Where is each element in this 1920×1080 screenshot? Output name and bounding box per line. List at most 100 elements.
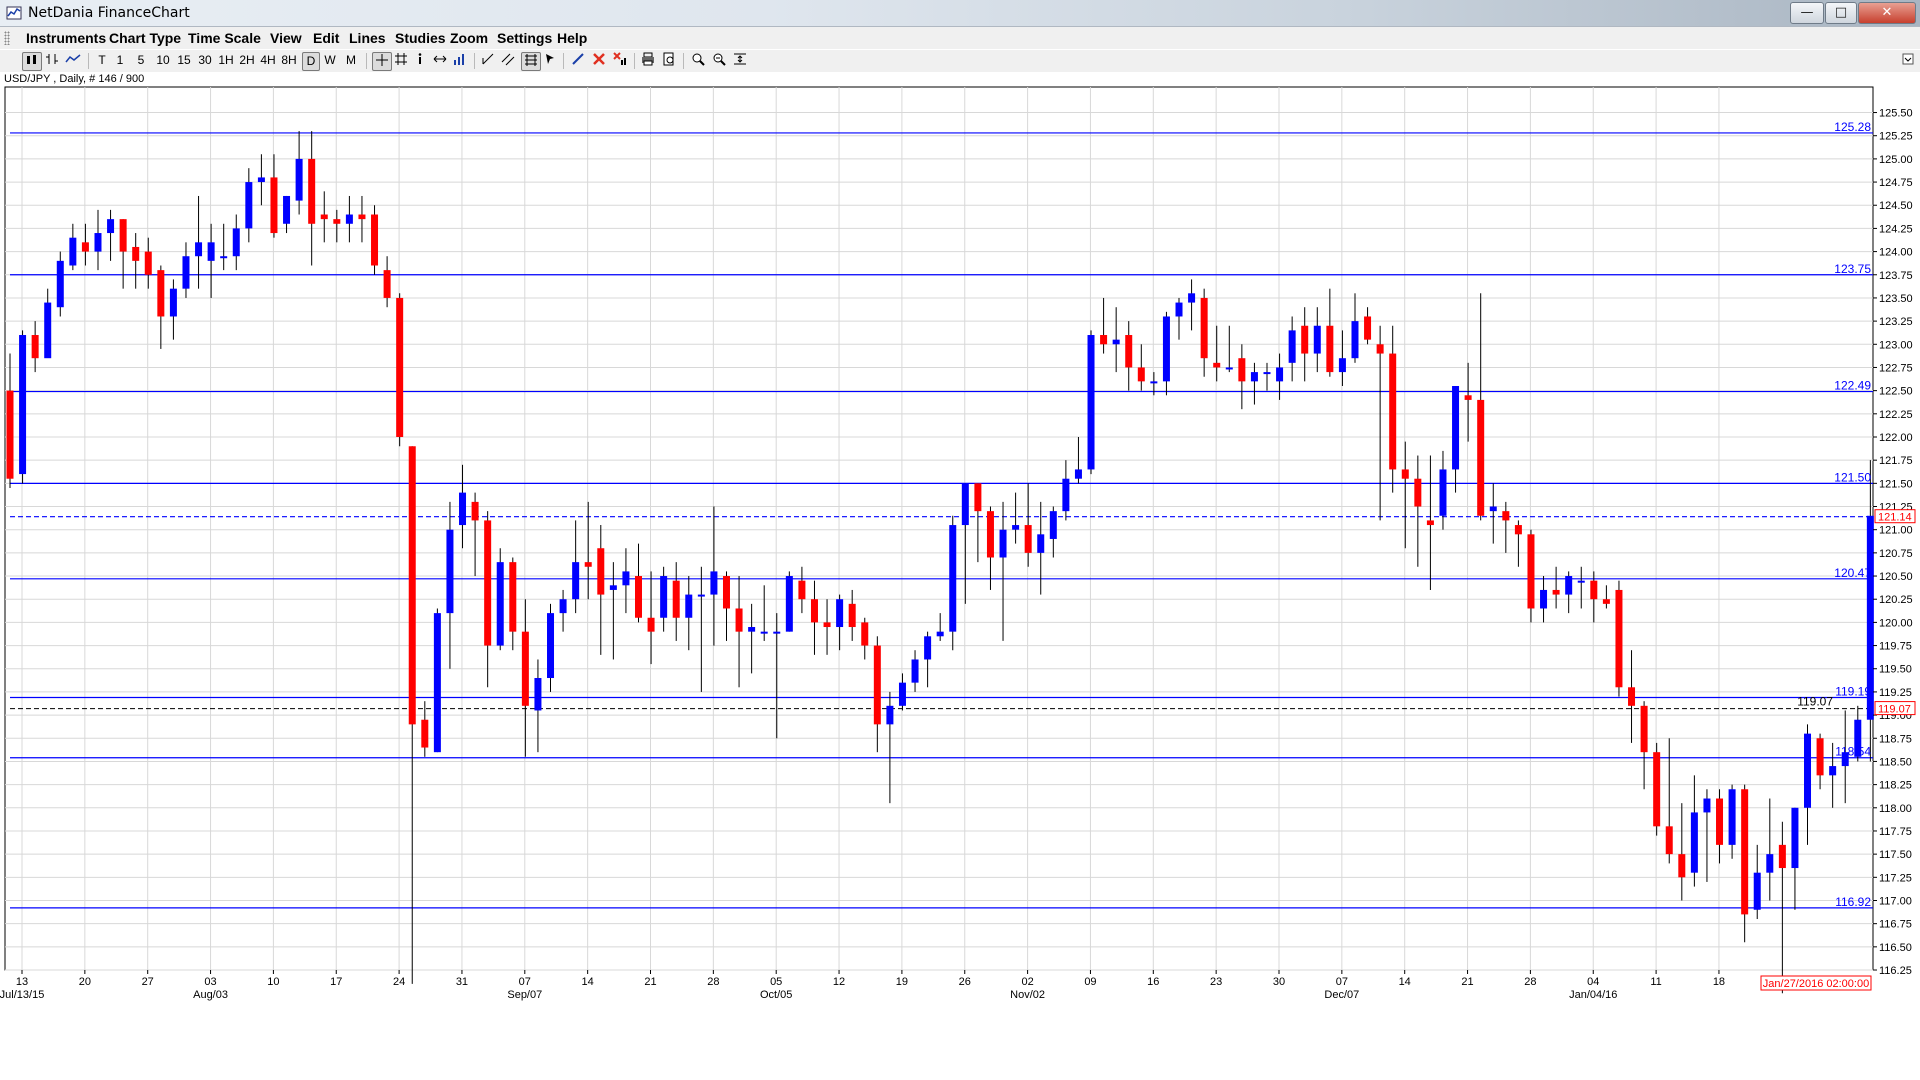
candle-body-up xyxy=(19,335,27,475)
timescale-8h[interactable]: 8H xyxy=(280,52,298,69)
menu-studies[interactable]: Studies xyxy=(395,30,446,46)
line-chart-icon[interactable] xyxy=(64,52,82,69)
candle-body-up xyxy=(1049,511,1057,539)
minimize-button[interactable]: — xyxy=(1790,2,1824,24)
menu-chart-type[interactable]: Chart Type xyxy=(109,30,181,46)
close-button[interactable]: ✕ xyxy=(1858,2,1916,24)
menu-help[interactable]: Help xyxy=(557,30,587,46)
candle-body-down xyxy=(509,562,517,632)
info-icon[interactable] xyxy=(414,52,426,69)
maximize-button[interactable]: □ xyxy=(1825,2,1857,24)
candle-body-up xyxy=(345,214,353,224)
candle-body-up xyxy=(949,525,957,632)
candle-body-up xyxy=(1062,478,1070,512)
candle-body-down xyxy=(974,483,982,512)
candle-body-down xyxy=(584,562,592,567)
volume-icon[interactable] xyxy=(452,52,468,69)
level-label: 123.75 xyxy=(1834,262,1871,276)
candle-body-down xyxy=(873,645,881,725)
timescale-monthly[interactable]: M xyxy=(343,52,359,69)
toolbar-overflow-icon[interactable] xyxy=(1900,52,1916,69)
x-tick-label: 14 xyxy=(1399,976,1411,988)
candle-body-down xyxy=(1653,752,1661,827)
timescale-30min[interactable]: 30 xyxy=(196,52,214,69)
candle-body-down xyxy=(1326,325,1334,373)
candle-body-up xyxy=(169,288,177,317)
zoom-in-icon[interactable] xyxy=(690,52,706,69)
print-icon[interactable] xyxy=(640,52,656,69)
zoom-out-icon[interactable] xyxy=(711,52,727,69)
candle-body-down xyxy=(396,297,404,437)
menu-zoom[interactable]: Zoom xyxy=(450,30,488,46)
candle-body-up xyxy=(1150,381,1158,384)
timescale-15min[interactable]: 15 xyxy=(175,52,193,69)
timescale-10min[interactable]: 10 xyxy=(154,52,172,69)
x-date-label: Nov/02 xyxy=(1010,989,1045,1001)
timescale-tick[interactable]: T xyxy=(96,52,108,69)
y-tick-label: 120.75 xyxy=(1879,548,1913,560)
pointer-icon[interactable] xyxy=(543,52,557,69)
trend-line-icon[interactable] xyxy=(480,52,496,69)
candle-body-up xyxy=(1162,316,1170,382)
candle-body-down xyxy=(421,719,429,748)
candlestick-icon[interactable] xyxy=(22,52,42,71)
fibonacci-icon[interactable] xyxy=(521,52,541,71)
candle-body-down xyxy=(1364,316,1372,340)
grid-icon[interactable] xyxy=(393,52,409,69)
x-date-label: Dec/07 xyxy=(1324,989,1359,1001)
candle-body-up xyxy=(1037,534,1045,553)
x-tick-label: 07 xyxy=(519,976,531,988)
delete-studies-icon[interactable] xyxy=(612,52,628,69)
timescale-2h[interactable]: 2H xyxy=(238,52,256,69)
candle-body-up xyxy=(924,636,932,660)
scroll-icon[interactable] xyxy=(432,52,448,69)
candle-body-down xyxy=(521,631,529,706)
ohlc-bar-icon[interactable] xyxy=(44,52,60,69)
candle-body-up xyxy=(446,529,454,614)
price-chart[interactable]: 116.25 116.50 116.75 117.00 117.25 117.50 117.… xyxy=(0,84,1920,1010)
channel-icon[interactable] xyxy=(500,52,516,69)
y-tick-label: 124.00 xyxy=(1879,247,1913,259)
candle-body-down xyxy=(672,580,680,618)
candle-body-down xyxy=(408,446,416,725)
level-label: 118.54 xyxy=(1835,745,1871,759)
zoom-fit-icon[interactable] xyxy=(732,52,748,69)
candle-body-down xyxy=(597,548,605,595)
y-tick-label: 116.75 xyxy=(1879,919,1912,931)
x-tick-label: 18 xyxy=(1713,976,1725,988)
candle-body-up xyxy=(1351,321,1359,359)
x-tick-label: 02 xyxy=(1021,976,1033,988)
menu-settings[interactable]: Settings xyxy=(497,30,552,46)
candle-body-up xyxy=(1829,766,1837,776)
print-preview-icon[interactable] xyxy=(661,52,677,69)
crosshair-icon[interactable] xyxy=(372,52,392,71)
menu-time-scale[interactable]: Time Scale xyxy=(188,30,261,46)
timescale-daily[interactable]: D xyxy=(302,52,320,71)
y-tick-label: 122.50 xyxy=(1879,386,1913,398)
x-tick-label: 28 xyxy=(707,976,719,988)
y-tick-label: 120.50 xyxy=(1879,571,1913,583)
pen-icon[interactable] xyxy=(570,52,586,69)
candle-body-up xyxy=(44,302,52,359)
menu-view[interactable]: View xyxy=(270,30,302,46)
menu-edit[interactable]: Edit xyxy=(313,30,339,46)
timescale-1min[interactable]: 1 xyxy=(115,52,125,69)
candle-body-up xyxy=(1753,872,1761,910)
timescale-weekly[interactable]: W xyxy=(322,52,338,69)
y-tick-label: 123.00 xyxy=(1879,339,1913,351)
level-label: 122.49 xyxy=(1834,379,1871,393)
timescale-1h[interactable]: 1H xyxy=(217,52,235,69)
candle-body-up xyxy=(1690,812,1698,873)
candle-body-up xyxy=(69,237,77,266)
menu-instruments[interactable]: Instruments xyxy=(26,30,106,46)
candle-body-down xyxy=(861,622,869,646)
candle-body-down xyxy=(1213,362,1221,368)
candle-body-up xyxy=(1766,854,1774,873)
menu-lines[interactable]: Lines xyxy=(349,30,386,46)
y-tick-label: 125.25 xyxy=(1879,131,1913,143)
timescale-5min[interactable]: 5 xyxy=(136,52,146,69)
delete-lines-icon[interactable] xyxy=(591,52,607,69)
timescale-4h[interactable]: 4H xyxy=(259,52,277,69)
candle-body-up xyxy=(1791,807,1799,869)
candle-body-up xyxy=(748,627,756,632)
